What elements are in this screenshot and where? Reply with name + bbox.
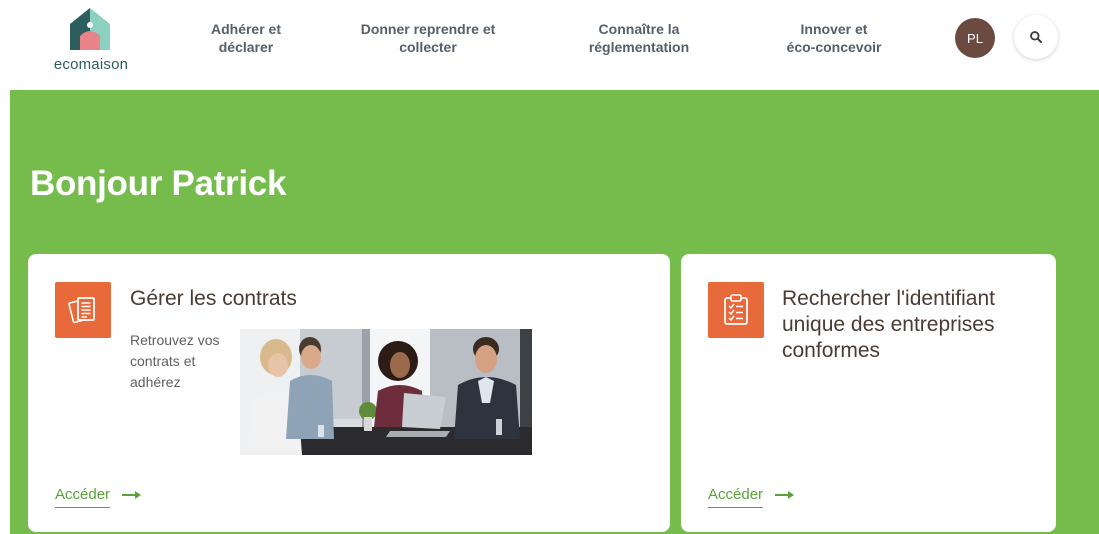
ecomaison-logo[interactable]: ecomaison — [46, 6, 136, 76]
card-title: Gérer les contrats — [130, 287, 297, 310]
arrow-right-icon — [775, 491, 795, 499]
page-title: Bonjour Patrick — [30, 164, 287, 203]
house-logo-icon — [70, 8, 110, 50]
search-button[interactable] — [1014, 15, 1058, 59]
card-title-line: conformes — [782, 339, 881, 362]
card-title-line: Rechercher l'identifiant — [782, 287, 995, 310]
card-title-line: unique des entreprises — [782, 313, 995, 336]
nav-item-reglementation[interactable]: Connaître la réglementation — [576, 20, 702, 56]
nav-label-line2: collecter — [399, 39, 457, 55]
arrow-right-icon — [122, 491, 142, 499]
nav-label-line2: éco-concevoir — [786, 39, 882, 55]
card-description-line: adhérez — [130, 374, 181, 390]
nav-label-line1: Donner reprendre et — [360, 21, 496, 37]
card-description-line: contrats et — [130, 353, 196, 369]
card-description: Retrouvez vos contrats et adhérez — [130, 330, 219, 393]
clipboard-checklist-icon — [708, 282, 764, 338]
nav-label-line1: Innover et — [800, 21, 868, 37]
access-link[interactable]: Accéder — [55, 486, 142, 508]
logo-wordmark: ecomaison — [53, 56, 129, 73]
nav-item-innover[interactable]: Innover et éco-concevoir — [772, 20, 896, 56]
access-link-label: Accéder — [708, 486, 764, 508]
nav-label-line2: déclarer — [218, 39, 274, 55]
access-link-label: Accéder — [55, 486, 111, 508]
card-description-line: Retrouvez vos — [130, 332, 220, 348]
access-link[interactable]: Accéder — [708, 486, 795, 508]
nav-item-donner[interactable]: Donner reprendre et collecter — [345, 20, 511, 56]
site-header: ecomaison Adhérer et déclarer Donner rep… — [0, 0, 1099, 90]
nav-label-line1: Connaître la — [598, 21, 680, 37]
nav-label-line2: réglementation — [588, 39, 690, 55]
search-icon — [1030, 31, 1042, 43]
user-avatar[interactable]: PL — [955, 18, 995, 58]
nav-label-line1: Adhérer et — [210, 21, 282, 37]
documents-icon — [55, 282, 111, 338]
card-title: Rechercher l'identifiant unique des entr… — [782, 286, 995, 364]
business-meeting-photo — [240, 329, 532, 455]
nav-item-adherer[interactable]: Adhérer et déclarer — [196, 20, 296, 56]
